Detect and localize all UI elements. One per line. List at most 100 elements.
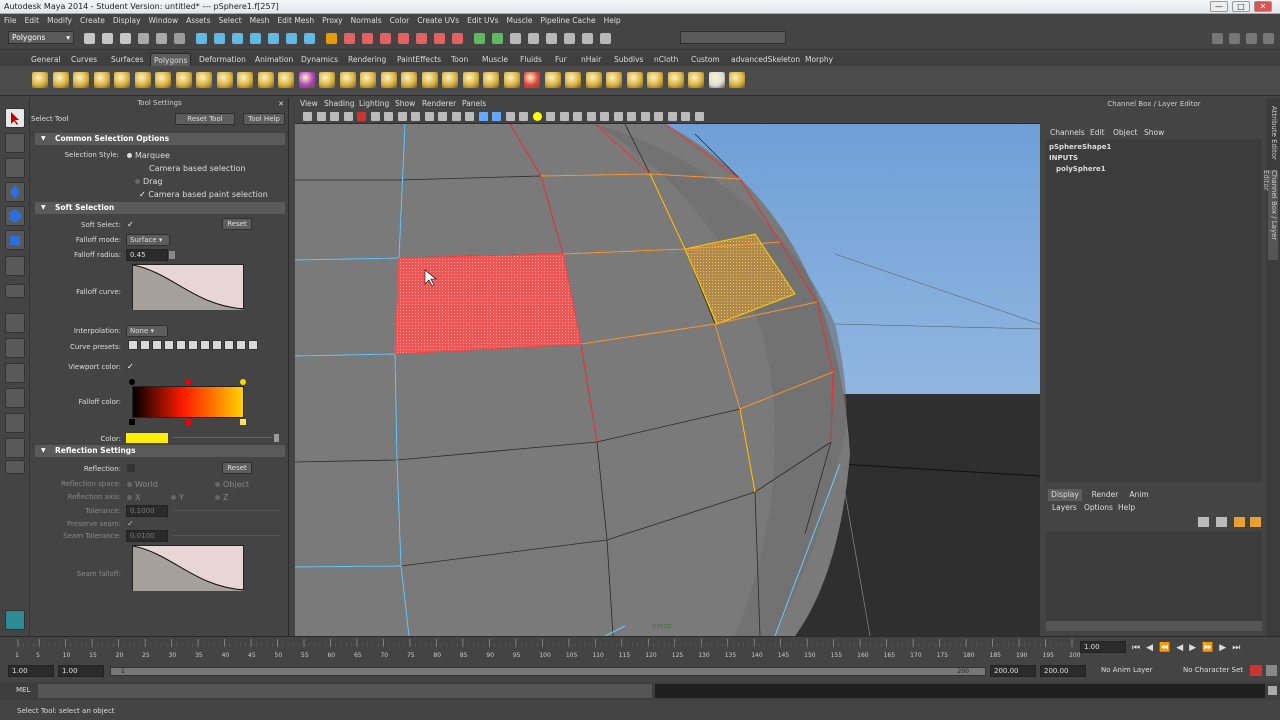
- shelf-tool-icon[interactable]: [647, 72, 663, 88]
- viewport-toolbar-icon[interactable]: [370, 112, 380, 121]
- channel-menu-show[interactable]: Show: [1144, 128, 1164, 137]
- menu-file[interactable]: File: [0, 14, 21, 28]
- color-swatch[interactable]: [126, 433, 168, 443]
- shelf-tool-icon[interactable]: [421, 72, 438, 88]
- color-stop-marker[interactable]: [129, 419, 135, 425]
- scale-tool-icon[interactable]: [5, 230, 25, 250]
- shelf-tool-icon[interactable]: [688, 72, 704, 88]
- curve-preset-button[interactable]: [176, 340, 186, 350]
- soft-selection-frame[interactable]: Soft Selection: [35, 202, 285, 214]
- color-slider-handle[interactable]: [274, 434, 279, 442]
- viewport-toolbar-icon[interactable]: [384, 112, 393, 121]
- marquee-radio[interactable]: Marquee: [127, 151, 170, 160]
- channel-box-tab[interactable]: Channel Box / Layer Editor: [1262, 170, 1278, 260]
- rotate-tool-icon[interactable]: [5, 206, 25, 226]
- status-tool-icon[interactable]: [250, 33, 261, 44]
- status-tool-icon[interactable]: [102, 33, 113, 44]
- shelf-tab-polygons[interactable]: Polygons: [150, 53, 192, 66]
- shelf-tool-icon[interactable]: [52, 72, 69, 88]
- input-node[interactable]: polySphere1: [1056, 165, 1106, 173]
- quick-selection-field[interactable]: [680, 31, 786, 44]
- viewport-toolbar-icon[interactable]: [465, 112, 474, 121]
- viewport-toolbar-icon[interactable]: [667, 112, 677, 121]
- common-selection-frame[interactable]: Common Selection Options: [35, 133, 285, 145]
- viewport-toolbar-icon[interactable]: [627, 112, 636, 121]
- playback-controls[interactable]: ⏮◀⏪◀▶⏩▶⏭: [1132, 643, 1280, 655]
- menu-pipeline-cache[interactable]: Pipeline Cache: [537, 14, 600, 28]
- soft-reset-button[interactable]: Reset: [222, 218, 252, 230]
- viewport-toolbar-icon[interactable]: [303, 112, 312, 121]
- shelf-tab[interactable]: PaintEffects: [394, 53, 444, 66]
- color-slider[interactable]: [172, 437, 272, 438]
- playback-start-field[interactable]: 1.00: [58, 665, 104, 677]
- layer-down-icon[interactable]: [1250, 517, 1261, 527]
- curve-preset-button[interactable]: [128, 340, 138, 350]
- reflection-settings-frame[interactable]: Reflection Settings: [35, 445, 285, 457]
- side-layout-icon[interactable]: [5, 363, 25, 383]
- viewport-toolbar-icon[interactable]: [573, 112, 582, 121]
- shelf-tool-icon[interactable]: [114, 72, 130, 88]
- viewport-toolbar-icon[interactable]: [424, 112, 434, 121]
- paint-select-tool-icon[interactable]: [5, 158, 25, 178]
- viewport-menu-panels[interactable]: Panels: [462, 98, 486, 110]
- layout-icon[interactable]: [1263, 33, 1274, 44]
- camera-based-selection-checkbox[interactable]: Camera based selection: [149, 164, 246, 173]
- current-time-field[interactable]: 1.00: [1080, 641, 1126, 653]
- shelf-tool-icon[interactable]: [216, 72, 233, 88]
- status-tool-icon[interactable]: [528, 33, 539, 44]
- viewport-toolbar-icon[interactable]: [559, 112, 569, 121]
- channel-menu-channels[interactable]: Channels: [1050, 128, 1085, 137]
- menu-modify[interactable]: Modify: [43, 14, 76, 28]
- viewport-toolbar-icon[interactable]: [478, 112, 488, 121]
- status-tool-icon[interactable]: [232, 33, 243, 44]
- layer-tab-render[interactable]: Render: [1090, 489, 1120, 501]
- status-tool-icon[interactable]: [452, 33, 463, 44]
- shelf-tab[interactable]: Deformation: [196, 53, 249, 66]
- script-editor-icon[interactable]: [1268, 686, 1277, 695]
- auto-key-icon[interactable]: [1250, 665, 1262, 676]
- menu-color[interactable]: Color: [386, 14, 414, 28]
- curve-preset-button[interactable]: [200, 340, 210, 350]
- viewport-toolbar-icon[interactable]: [397, 112, 407, 121]
- status-tool-icon[interactable]: [286, 33, 297, 44]
- viewport-menu-shading[interactable]: Shading: [324, 98, 354, 110]
- status-tool-icon[interactable]: [546, 33, 557, 44]
- reflection-reset-button[interactable]: Reset: [222, 462, 252, 474]
- shelf-tab[interactable]: Dynamics: [298, 53, 341, 66]
- viewport-toolbar-icon[interactable]: [411, 112, 420, 121]
- anim-icon[interactable]: [5, 610, 25, 630]
- falloff-radius-field[interactable]: 0.45: [126, 249, 168, 261]
- shape-node[interactable]: pSphereShape1: [1049, 143, 1111, 151]
- shelf-tool-icon[interactable]: [503, 72, 520, 88]
- layout-icon[interactable]: [1246, 33, 1257, 44]
- layer-menu-options[interactable]: Options: [1084, 503, 1113, 512]
- viewport-menu-renderer[interactable]: Renderer: [422, 98, 456, 110]
- four-layout-icon[interactable]: [5, 338, 25, 358]
- viewport-menu-lighting[interactable]: Lighting: [359, 98, 389, 110]
- color-stop-marker[interactable]: [240, 419, 246, 425]
- status-tool-icon[interactable]: [362, 33, 373, 44]
- axis-y-radio[interactable]: Y: [171, 493, 184, 502]
- shelf-tool-icon[interactable]: [401, 72, 417, 88]
- shelf-tool-icon[interactable]: [298, 72, 315, 88]
- layer-menu-help[interactable]: Help: [1118, 503, 1135, 512]
- viewport-toolbar-icon[interactable]: [357, 112, 366, 121]
- shelf-tool-icon[interactable]: [196, 72, 212, 88]
- menu-window[interactable]: Window: [145, 14, 183, 28]
- shelf-tool-icon[interactable]: [257, 72, 274, 88]
- shelf-tool-icon[interactable]: [175, 72, 192, 88]
- status-tool-icon[interactable]: [268, 33, 279, 44]
- shelf-tab[interactable]: Rendering: [345, 53, 389, 66]
- horizontal-scrollbar[interactable]: [1046, 621, 1262, 631]
- outliner-layout-icon[interactable]: [5, 388, 25, 408]
- shelf-tool-icon[interactable]: [544, 72, 561, 88]
- curve-preset-button[interactable]: [188, 340, 198, 350]
- viewport-toolbar-icon[interactable]: [451, 112, 461, 121]
- shelf-tab[interactable]: advancedSkeleton: [728, 53, 803, 66]
- axis-z-radio[interactable]: Z: [215, 493, 228, 502]
- status-tool-icon[interactable]: [600, 33, 611, 44]
- interpolation-dropdown[interactable]: None ▾: [126, 325, 168, 337]
- status-tool-icon[interactable]: [434, 33, 445, 44]
- shelf-tool-icon[interactable]: [278, 72, 294, 88]
- status-tool-icon[interactable]: [326, 33, 337, 44]
